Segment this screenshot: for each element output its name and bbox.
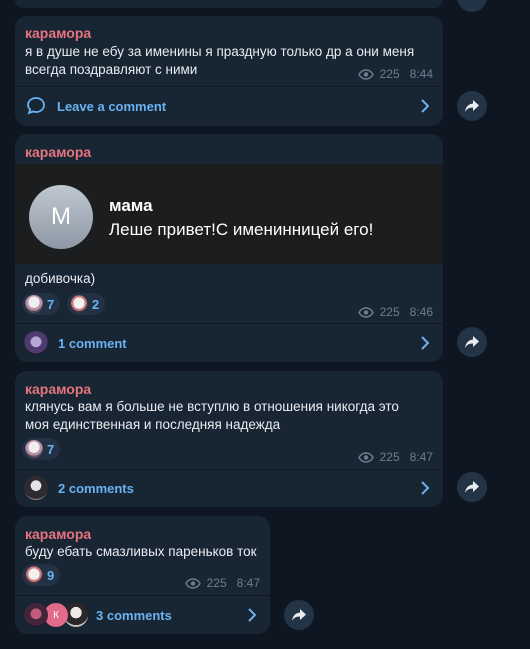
- leave-comment-label[interactable]: Leave a comment: [57, 99, 166, 114]
- reaction-cat[interactable]: 9: [22, 564, 61, 586]
- cat-sticker-icon: [25, 566, 43, 584]
- post-1: карамора я в душе не ебу за именины я пр…: [15, 16, 443, 126]
- message-meta: 225 8:47: [184, 576, 260, 590]
- reaction-cat[interactable]: 2: [67, 293, 106, 315]
- commenter-avatar: [24, 603, 48, 627]
- message-meta: 225 8:47: [357, 450, 433, 464]
- eye-icon: [357, 306, 374, 318]
- eye-icon: [357, 68, 374, 80]
- reaction-count: 7: [47, 441, 55, 457]
- reaction-bunny[interactable]: 7: [22, 438, 61, 460]
- reaction-count: 7: [47, 296, 55, 312]
- comments-footer[interactable]: Leave a comment: [15, 88, 443, 124]
- share-button[interactable]: [457, 327, 487, 357]
- comments-count-label[interactable]: 1 comment: [58, 336, 127, 351]
- message-text: клянусь вам я больше не вступлю в отноше…: [25, 399, 399, 432]
- comments-footer[interactable]: 1 comment: [15, 325, 443, 361]
- share-arrow-icon: [465, 336, 479, 348]
- post-4: карамора буду ебать смазливых пареньков …: [15, 516, 270, 634]
- message-time: 8:47: [409, 450, 433, 464]
- forwarded-message: Леше привет!С именинницей его!: [109, 220, 374, 239]
- bunny-sticker-icon: [25, 440, 43, 458]
- share-arrow-icon: [465, 100, 479, 112]
- reaction-count: 2: [92, 296, 100, 312]
- author-name[interactable]: карамора: [25, 144, 91, 160]
- eye-icon: [184, 577, 201, 589]
- divider: [15, 323, 443, 324]
- comments-footer[interactable]: К 3 comments: [15, 597, 270, 633]
- author-name[interactable]: карамора: [25, 381, 91, 397]
- share-button[interactable]: [457, 472, 487, 502]
- comment-bubble-icon: [27, 97, 45, 115]
- bunny-sticker-icon: [25, 295, 43, 313]
- forwarded-screenshot[interactable]: М мама Леше привет!С именинницей его!: [15, 164, 443, 264]
- view-count: 225: [379, 67, 400, 81]
- message-text: буду ебать смазливых пареньков ток: [25, 544, 257, 559]
- share-button[interactable]: [284, 600, 314, 630]
- divider: [15, 595, 270, 596]
- comments-count-label[interactable]: 2 comments: [58, 481, 134, 496]
- view-count: 225: [379, 305, 400, 319]
- contact-name: мама: [109, 196, 153, 215]
- chevron-right-icon[interactable]: [421, 336, 429, 350]
- commenter-avatar: [24, 331, 48, 355]
- divider: [15, 86, 443, 87]
- view-count: 225: [379, 450, 400, 464]
- reaction-count: 9: [47, 567, 55, 583]
- post-2: карамора М мама Леше привет!С имениннице…: [15, 134, 443, 362]
- share-arrow-icon: [292, 609, 306, 621]
- previous-message-edge: [15, 0, 443, 8]
- eye-icon: [357, 451, 374, 463]
- message-meta: 225 8:46: [357, 305, 433, 319]
- author-name[interactable]: карамора: [25, 25, 91, 41]
- commenter-avatar: [24, 476, 48, 500]
- reaction-bunny[interactable]: 7: [22, 293, 61, 315]
- chevron-right-icon[interactable]: [421, 99, 429, 113]
- chevron-right-icon[interactable]: [248, 608, 256, 622]
- author-name[interactable]: карамора: [25, 526, 91, 542]
- share-button[interactable]: [457, 91, 487, 121]
- share-button-previous[interactable]: [457, 0, 487, 12]
- message-text: добивочка): [25, 271, 96, 286]
- view-count: 225: [206, 576, 227, 590]
- cat-sticker-icon: [70, 295, 88, 313]
- message-meta: 225 8:44: [357, 67, 433, 81]
- share-arrow-icon: [465, 481, 479, 493]
- message-time: 8:47: [236, 576, 260, 590]
- message-time: 8:44: [409, 67, 433, 81]
- chevron-right-icon[interactable]: [421, 481, 429, 495]
- message-time: 8:46: [409, 305, 433, 319]
- comments-count-label[interactable]: 3 comments: [96, 608, 172, 623]
- comments-footer[interactable]: 2 comments: [15, 470, 443, 506]
- contact-avatar: М: [29, 185, 93, 249]
- post-3: карамора клянусь вам я больше не вступлю…: [15, 371, 443, 507]
